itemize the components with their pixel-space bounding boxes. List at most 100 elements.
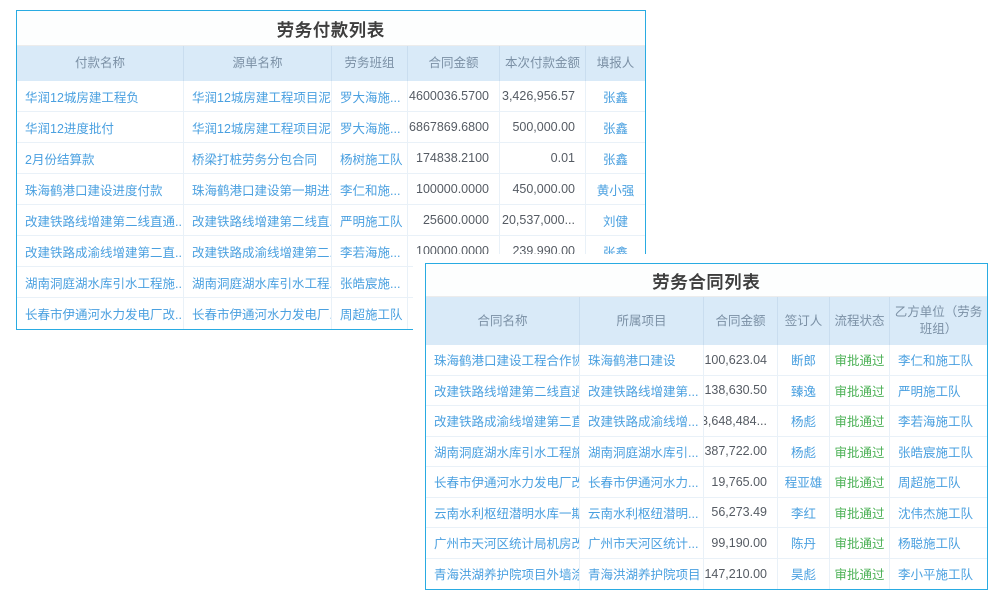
contract-name-cell[interactable]: 改建铁路线增建第二线直通... [426, 376, 580, 406]
reporter-cell[interactable]: 刘健 [586, 205, 645, 235]
flow-status-cell[interactable]: 审批通过 [830, 498, 890, 528]
flow-status-cell[interactable]: 审批通过 [830, 467, 890, 497]
table-row: 华润12进度批付华润12城房建工程项目泥...罗大海施...6867869.68… [17, 112, 645, 143]
payment-name-cell[interactable]: 2月份结算款 [17, 143, 184, 173]
reporter-cell[interactable]: 张鑫 [586, 143, 645, 173]
column-header-contract-amount: 合同金额 [408, 46, 500, 81]
contract-amount-cell: 138,630.50 [704, 376, 778, 406]
column-header-payment-amount: 本次付款金额 [500, 46, 586, 81]
labor-team-cell[interactable]: 严明施工队 [332, 205, 408, 235]
table-row: 华润12城房建工程负华润12城房建工程项目泥...罗大海施...4600036.… [17, 81, 645, 112]
payment-amount-cell: 450,000.00 [500, 174, 586, 204]
reporter-cell[interactable]: 张鑫 [586, 112, 645, 142]
payment-amount-cell: 500,000.00 [500, 112, 586, 142]
source-name-cell[interactable]: 华润12城房建工程项目泥... [184, 112, 332, 142]
contract-amount-cell: 3,648,484... [704, 406, 778, 436]
payment-name-cell[interactable]: 改建铁路成渝线增建第二直... [17, 236, 184, 266]
party-b-unit-cell[interactable]: 严明施工队 [890, 376, 987, 406]
contract-amount-cell: 387,722.00 [704, 437, 778, 467]
payment-name-cell[interactable]: 改建铁路线增建第二线直通... [17, 205, 184, 235]
contract-list-body: 珠海鹤港口建设工程合作协...珠海鹤港口建设100,623.04断郎审批通过李仁… [426, 345, 987, 589]
party-b-unit-cell[interactable]: 李仁和施工队 [890, 345, 987, 375]
party-b-unit-cell[interactable]: 李若海施工队 [890, 406, 987, 436]
party-b-unit-cell[interactable]: 杨聪施工队 [890, 528, 987, 558]
flow-status-cell[interactable]: 审批通过 [830, 437, 890, 467]
payment-list-title: 劳务付款列表 [17, 11, 645, 46]
table-row: 长春市伊通河水力发电厂改...长春市伊通河水力...19,765.00程亚雄审批… [426, 467, 987, 498]
contract-name-cell[interactable]: 改建铁路成渝线增建第二直... [426, 406, 580, 436]
payment-amount-cell: 3,426,956.57 [500, 81, 586, 111]
project-cell[interactable]: 改建铁路成渝线增... [580, 406, 704, 436]
payment-name-cell[interactable]: 华润12进度批付 [17, 112, 184, 142]
contract-amount-cell: 147,210.00 [704, 559, 778, 590]
project-cell[interactable]: 湖南洞庭湖水库引... [580, 437, 704, 467]
payment-name-cell[interactable]: 华润12城房建工程负 [17, 81, 184, 111]
contract-name-cell[interactable]: 广州市天河区统计局机房改... [426, 528, 580, 558]
table-row: 云南水利枢纽潜明水库一期...云南水利枢纽潜明...56,273.49李红审批通… [426, 498, 987, 529]
contract-list-panel: 劳务合同列表 合同名称所属项目合同金额签订人流程状态乙方单位（劳务班组） 珠海鹤… [413, 254, 1000, 600]
labor-team-cell[interactable]: 罗大海施... [332, 81, 408, 111]
flow-status-cell[interactable]: 审批通过 [830, 528, 890, 558]
reporter-cell[interactable]: 黄小强 [586, 174, 645, 204]
column-header-party-b-unit: 乙方单位（劳务班组） [890, 297, 987, 345]
contract-amount-cell: 100000.0000 [408, 174, 500, 204]
source-name-cell[interactable]: 华润12城房建工程项目泥... [184, 81, 332, 111]
labor-team-cell[interactable]: 周超施工队 [332, 298, 408, 329]
flow-status-cell[interactable]: 审批通过 [830, 406, 890, 436]
contract-amount-cell: 25600.0000 [408, 205, 500, 235]
signer-cell[interactable]: 昊彪 [778, 559, 830, 590]
contract-amount-cell: 4600036.5700 [408, 81, 500, 111]
project-cell[interactable]: 珠海鹤港口建设 [580, 345, 704, 375]
contract-amount-cell: 6867869.6800 [408, 112, 500, 142]
payment-name-cell[interactable]: 长春市伊通河水力发电厂改... [17, 298, 184, 329]
project-cell[interactable]: 青海洪湖养护院项目 [580, 559, 704, 590]
column-header-reporter: 填报人 [586, 46, 645, 81]
party-b-unit-cell[interactable]: 李小平施工队 [890, 559, 987, 590]
contract-amount-cell: 56,273.49 [704, 498, 778, 528]
signer-cell[interactable]: 断郎 [778, 345, 830, 375]
party-b-unit-cell[interactable]: 沈伟杰施工队 [890, 498, 987, 528]
source-name-cell[interactable]: 改建铁路成渝线增建第二... [184, 236, 332, 266]
payment-name-cell[interactable]: 湖南洞庭湖水库引水工程施... [17, 267, 184, 297]
project-cell[interactable]: 改建铁路线增建第... [580, 376, 704, 406]
reporter-cell[interactable]: 张鑫 [586, 81, 645, 111]
table-row: 改建铁路线增建第二线直通...改建铁路线增建第...138,630.50臻逸审批… [426, 376, 987, 407]
signer-cell[interactable]: 李红 [778, 498, 830, 528]
signer-cell[interactable]: 杨彪 [778, 437, 830, 467]
source-name-cell[interactable]: 长春市伊通河水力发电厂... [184, 298, 332, 329]
party-b-unit-cell[interactable]: 张皓宸施工队 [890, 437, 987, 467]
project-cell[interactable]: 长春市伊通河水力... [580, 467, 704, 497]
labor-team-cell[interactable]: 张皓宸施... [332, 267, 408, 297]
flow-status-cell[interactable]: 审批通过 [830, 559, 890, 590]
payment-name-cell[interactable]: 珠海鹤港口建设进度付款 [17, 174, 184, 204]
project-cell[interactable]: 云南水利枢纽潜明... [580, 498, 704, 528]
contract-name-cell[interactable]: 长春市伊通河水力发电厂改... [426, 467, 580, 497]
contract-list-card: 劳务合同列表 合同名称所属项目合同金额签订人流程状态乙方单位（劳务班组） 珠海鹤… [425, 263, 988, 590]
contract-name-cell[interactable]: 湖南洞庭湖水库引水工程施... [426, 437, 580, 467]
source-name-cell[interactable]: 桥梁打桩劳务分包合同 [184, 143, 332, 173]
source-name-cell[interactable]: 湖南洞庭湖水库引水工程... [184, 267, 332, 297]
labor-team-cell[interactable]: 李若海施... [332, 236, 408, 266]
project-cell[interactable]: 广州市天河区统计... [580, 528, 704, 558]
flow-status-cell[interactable]: 审批通过 [830, 345, 890, 375]
column-header-project: 所属项目 [580, 297, 704, 345]
contract-name-cell[interactable]: 云南水利枢纽潜明水库一期... [426, 498, 580, 528]
labor-team-cell[interactable]: 罗大海施... [332, 112, 408, 142]
payment-list-header: 付款名称源单名称劳务班组合同金额本次付款金额填报人 [17, 46, 645, 81]
party-b-unit-cell[interactable]: 周超施工队 [890, 467, 987, 497]
labor-team-cell[interactable]: 李仁和施... [332, 174, 408, 204]
source-name-cell[interactable]: 珠海鹤港口建设第一期进... [184, 174, 332, 204]
signer-cell[interactable]: 杨彪 [778, 406, 830, 436]
signer-cell[interactable]: 臻逸 [778, 376, 830, 406]
contract-name-cell[interactable]: 珠海鹤港口建设工程合作协... [426, 345, 580, 375]
labor-team-cell[interactable]: 杨树施工队 [332, 143, 408, 173]
column-header-contract-name: 合同名称 [426, 297, 580, 345]
payment-amount-cell: 0.01 [500, 143, 586, 173]
contract-name-cell[interactable]: 青海洪湖养护院项目外墙涂... [426, 559, 580, 590]
contract-amount-cell: 100,623.04 [704, 345, 778, 375]
table-row: 珠海鹤港口建设工程合作协...珠海鹤港口建设100,623.04断郎审批通过李仁… [426, 345, 987, 376]
flow-status-cell[interactable]: 审批通过 [830, 376, 890, 406]
source-name-cell[interactable]: 改建铁路线增建第二线直... [184, 205, 332, 235]
signer-cell[interactable]: 陈丹 [778, 528, 830, 558]
signer-cell[interactable]: 程亚雄 [778, 467, 830, 497]
